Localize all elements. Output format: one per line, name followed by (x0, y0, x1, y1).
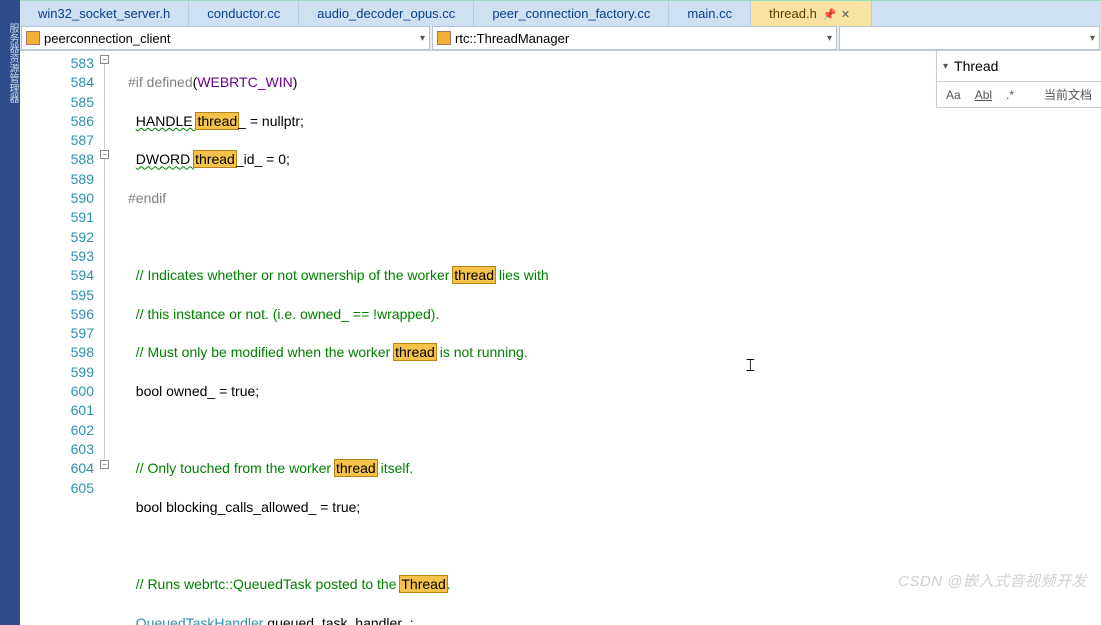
chevron-down-icon: ▾ (414, 33, 425, 44)
tab-peer-connection-factory[interactable]: peer_connection_factory.cc (474, 1, 669, 26)
pin-icon[interactable]: 📌 (823, 8, 835, 20)
fold-toggle[interactable]: − (100, 460, 109, 469)
editor-area: 583584585586587 588589590591592 59359459… (20, 51, 1101, 625)
search-input[interactable] (954, 58, 1101, 74)
find-panel: ▾ Aa Abl .* 当前文档 (936, 51, 1101, 108)
search-scope-label[interactable]: 当前文档 (1041, 84, 1095, 105)
whole-word-toggle[interactable]: Abl (972, 86, 995, 104)
siderail-tab-server-explorer[interactable]: 服务器资源管理器 (5, 20, 20, 625)
scope-label: peerconnection_client (44, 31, 170, 46)
siderail-tab-toolbox[interactable]: 工具箱 (0, 20, 1, 625)
fold-toggle[interactable]: − (100, 150, 109, 159)
side-rail[interactable]: 服务器资源管理器 工具箱 (0, 0, 20, 625)
fold-toggle[interactable]: − (100, 55, 109, 64)
scope-dropdown[interactable]: peerconnection_client ▾ (21, 26, 430, 50)
close-icon[interactable]: ✕ (841, 8, 853, 20)
match-case-toggle[interactable]: Aa (943, 86, 964, 104)
fold-margin: − − − (100, 54, 110, 625)
member-label: rtc::ThreadManager (455, 31, 569, 46)
tab-win32-socket-server[interactable]: win32_socket_server.h (20, 1, 189, 26)
tab-main[interactable]: main.cc (669, 1, 751, 26)
line-number-gutter: 583584585586587 588589590591592 59359459… (20, 51, 112, 625)
chevron-down-icon[interactable]: ▾ (943, 61, 948, 72)
method-dropdown[interactable]: ▾ (839, 26, 1100, 50)
chevron-down-icon: ▾ (821, 33, 832, 44)
chevron-down-icon: ▾ (1084, 33, 1095, 44)
document-tab-strip: win32_socket_server.h conductor.cc audio… (20, 0, 1101, 26)
code-editor[interactable]: #if defined(WEBRTC_WIN) HANDLE thread_ =… (112, 51, 1101, 625)
member-dropdown[interactable]: rtc::ThreadManager ▾ (432, 26, 837, 50)
text-cursor: 𝙸 (744, 356, 757, 375)
regex-toggle[interactable]: .* (1003, 86, 1017, 104)
project-icon (26, 31, 40, 45)
class-icon (437, 31, 451, 45)
navigation-bar: peerconnection_client ▾ rtc::ThreadManag… (20, 26, 1101, 51)
tab-thread-h[interactable]: thread.h 📌 ✕ (751, 1, 872, 26)
tab-audio-decoder-opus[interactable]: audio_decoder_opus.cc (299, 1, 474, 26)
tab-conductor[interactable]: conductor.cc (189, 1, 299, 26)
